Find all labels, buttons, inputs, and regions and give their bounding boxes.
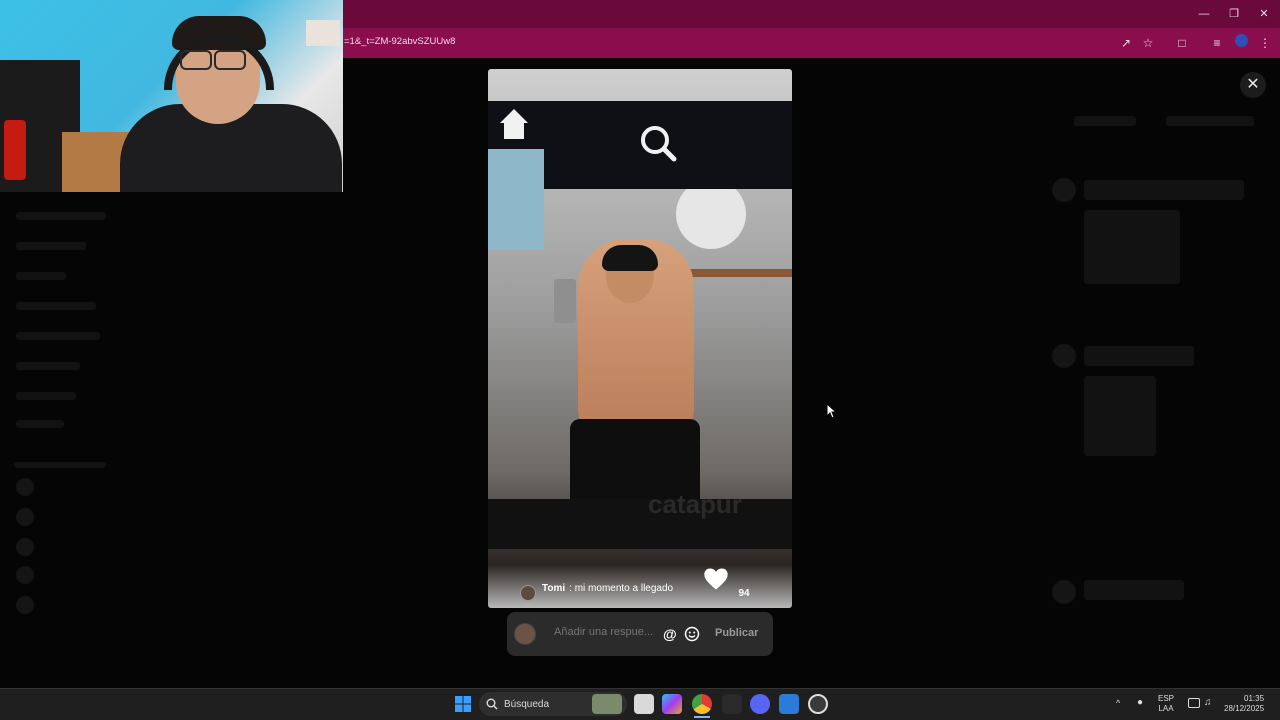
story-username[interactable]: Tomi <box>542 583 565 594</box>
windows-start-icon[interactable] <box>455 696 471 712</box>
close-icon[interactable]: ✕ <box>1240 72 1266 98</box>
webcam-overlay <box>0 0 343 192</box>
mention-icon[interactable]: @ <box>663 626 679 642</box>
address-bar-url[interactable]: =1&_t=ZM-92abvSZUUw8 <box>344 36 455 47</box>
taskbar-search-label: Búsqueda <box>504 699 550 710</box>
story-person-hair <box>602 245 658 271</box>
discord-icon[interactable] <box>750 694 770 714</box>
sidebar-ghost-item <box>16 392 76 400</box>
right-panel-ghost-avatar <box>1052 178 1076 202</box>
extensions-icon[interactable]: □ <box>1173 34 1191 52</box>
search-icon <box>486 697 498 710</box>
right-panel-ghost-avatar <box>1052 344 1076 368</box>
story-author-avatar[interactable] <box>520 585 536 601</box>
editor-app-icon[interactable] <box>779 694 799 714</box>
sidebar-ghost-avatar <box>16 566 34 584</box>
sidebar-ghost-heading <box>14 462 106 468</box>
webcam-red-light <box>4 120 26 180</box>
right-panel-ghost-tab <box>1074 116 1136 126</box>
media-controls-icon[interactable]: ≡ <box>1208 34 1226 52</box>
sidebar-ghost-item <box>16 302 96 310</box>
minimize-icon[interactable]: — <box>1192 6 1216 22</box>
right-panel-ghost-media <box>1084 210 1180 284</box>
bookmark-star-icon[interactable]: ☆ <box>1139 34 1157 52</box>
restore-icon[interactable]: ❐ <box>1222 6 1246 22</box>
story-watermark: catapur <box>648 489 742 519</box>
story-caption-text: mi momento a llegado <box>574 583 674 594</box>
network-icon[interactable] <box>1188 698 1200 708</box>
chevron-up-icon[interactable]: ^ <box>1116 698 1126 708</box>
sidebar-ghost-item <box>16 272 66 280</box>
sidebar-ghost-avatar <box>16 508 34 526</box>
user-avatar <box>514 623 536 645</box>
right-panel-ghost-post <box>1084 346 1194 366</box>
browser-menu-icon[interactable]: ⋮ <box>1256 34 1274 52</box>
chrome-icon[interactable] <box>692 694 712 714</box>
install-app-icon[interactable]: ↗ <box>1117 34 1135 52</box>
window-close-icon[interactable]: ✕ <box>1252 6 1276 22</box>
story-mirror-frame <box>488 499 792 549</box>
right-panel-ghost-tab <box>1166 116 1254 126</box>
right-panel-ghost-avatar <box>1052 580 1076 604</box>
clock-time: 01:35 <box>1244 694 1265 703</box>
right-panel-ghost-post <box>1084 580 1184 600</box>
heart-icon[interactable] <box>702 565 730 593</box>
system-clock[interactable]: 01:35 28/12/2025 <box>1224 694 1264 714</box>
sidebar-ghost-avatar <box>16 538 34 556</box>
clock-date: 28/12/2025 <box>1224 704 1265 713</box>
story-wall-poster <box>488 149 544 249</box>
active-app-indicator <box>694 716 710 718</box>
sidebar-ghost-item <box>16 242 86 250</box>
home-icon <box>496 105 532 143</box>
recording-app-icon[interactable] <box>808 694 828 714</box>
sidebar-ghost-item <box>16 362 80 370</box>
task-view-icon[interactable] <box>634 694 654 714</box>
story-wall-shelf <box>678 269 792 277</box>
webcam-poster <box>306 20 340 46</box>
sidebar-ghost-item <box>16 332 100 340</box>
language-line-2: LAA <box>1158 704 1174 713</box>
sidebar-ghost-avatar <box>16 478 34 496</box>
mouse-cursor-icon <box>826 402 838 419</box>
search-highlight-icon <box>592 694 622 714</box>
publish-button[interactable]: Publicar <box>715 627 758 639</box>
glasses-icon <box>214 50 246 70</box>
sidebar-ghost-item <box>16 212 106 220</box>
copilot-icon[interactable] <box>662 694 682 714</box>
likes-count: 94 <box>738 588 750 599</box>
story-caption: Tomi: mi momento a llegado <box>542 583 673 594</box>
glasses-icon <box>180 50 212 70</box>
right-panel-ghost-media <box>1084 376 1156 456</box>
right-panel-ghost-post <box>1084 180 1244 200</box>
language-indicator[interactable]: ESP LAA <box>1158 694 1174 714</box>
language-line-1: ESP <box>1158 694 1175 703</box>
story-water-heater <box>676 179 746 249</box>
sidebar-ghost-avatar <box>16 596 34 614</box>
media-app-icon[interactable] <box>722 694 742 714</box>
sidebar-ghost-item <box>16 420 64 428</box>
profile-avatar-icon[interactable] <box>1232 34 1250 52</box>
microphone-icon[interactable]: ● <box>1137 697 1147 709</box>
reply-input[interactable] <box>554 626 658 638</box>
phone-icon <box>554 279 576 323</box>
story-viewer[interactable]: catapur Tomi: mi momento a llegado 94 <box>488 69 792 608</box>
volume-icon[interactable]: ♫ <box>1204 697 1216 709</box>
emoji-icon[interactable] <box>684 626 700 642</box>
search-icon <box>638 123 678 163</box>
